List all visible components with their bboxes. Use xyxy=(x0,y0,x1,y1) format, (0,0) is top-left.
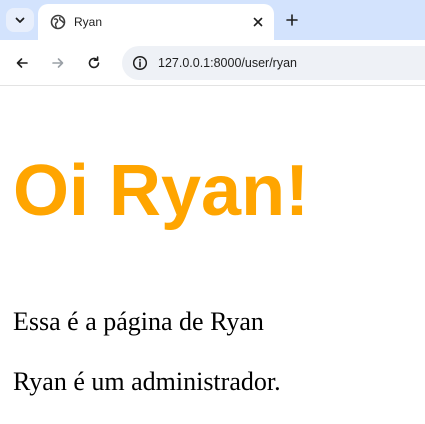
page-content: Oi Ryan! Essa é a página de Ryan Ryan é … xyxy=(0,87,425,424)
page-text-role: Ryan é um administrador. xyxy=(13,367,281,396)
address-bar[interactable]: 127.0.0.1:8000/user/ryan xyxy=(122,46,425,80)
arrow-right-icon xyxy=(52,58,64,68)
tab-active[interactable]: Ryan xyxy=(38,4,274,40)
tab-close-button[interactable] xyxy=(248,12,268,32)
forward-button[interactable] xyxy=(46,51,70,75)
tab-strip: Ryan xyxy=(0,0,425,40)
reload-button[interactable] xyxy=(82,51,106,75)
tab-title: Ryan xyxy=(74,15,103,29)
page-text-intro: Essa é a página de Ryan xyxy=(13,307,264,336)
reload-icon xyxy=(88,56,100,69)
plus-icon xyxy=(286,14,298,26)
browser-toolbar: 127.0.0.1:8000/user/ryan xyxy=(0,40,425,86)
new-tab-button[interactable] xyxy=(280,8,304,32)
tab-search-button[interactable] xyxy=(6,8,34,32)
url-text[interactable]: 127.0.0.1:8000/user/ryan xyxy=(158,55,297,71)
arrow-left-icon xyxy=(16,58,28,68)
close-icon xyxy=(253,17,263,27)
back-button[interactable] xyxy=(10,51,34,75)
page-heading: Oi Ryan! xyxy=(13,151,310,231)
globe-icon xyxy=(50,14,66,30)
chevron-down-icon xyxy=(15,17,25,23)
info-icon[interactable] xyxy=(132,55,148,71)
